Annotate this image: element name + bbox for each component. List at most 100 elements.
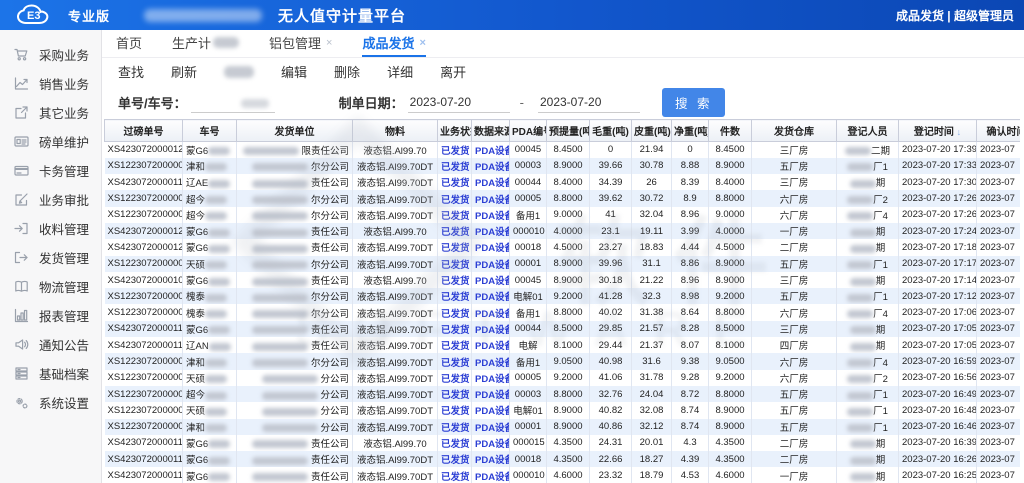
cell-confirm-time: 2023-07 [977, 402, 1021, 418]
sidebar-item-其它业务[interactable]: 其它业务 [0, 98, 101, 127]
redacted-text [847, 294, 873, 302]
sidebar-item-收料管理[interactable]: 收料管理 [0, 214, 101, 243]
sidebar-item-系统设置[interactable]: 系统设置 [0, 388, 101, 417]
cell-bill-no: XS12230720000079 [105, 402, 183, 418]
sidebar-item-label: 系统设置 [39, 393, 89, 412]
table-row[interactable]: XS4230720000117蒙G6 责任公司液态铝.Al99.70DT已发货P… [105, 451, 1021, 467]
cell-net: 8.72 [672, 386, 709, 402]
cell-material: 液态铝.Al99.70DT [353, 419, 438, 435]
table-row[interactable]: XS4230720000113蒙G6 责任公司液态铝.Al99.70DT已发货P… [105, 321, 1021, 337]
sidebar-item-基础档案[interactable]: 基础档案 [0, 359, 101, 388]
tab-label: 生产计 [172, 33, 211, 52]
cell-net: 8.74 [672, 419, 709, 435]
tab-首页[interactable]: 首页 [116, 30, 142, 57]
table-row[interactable]: XS12230720000082槐泰 尔分公司液态铝.Al99.70DT已发货P… [105, 304, 1021, 320]
table-row[interactable]: XS4230720000115蒙G6 责任公司液态铝.Al99.70已发货PDA… [105, 435, 1021, 451]
cell-bill-no: XS12230720000080 [105, 256, 183, 272]
cell-tare: 19.11 [632, 223, 672, 239]
close-icon[interactable]: × [420, 37, 426, 49]
cell-pieces: 8.4500 [709, 142, 752, 158]
toolbar-button-刷新[interactable]: 刷新 [171, 62, 197, 81]
column-header-登记人员[interactable]: 登记人员 [837, 120, 899, 142]
toolbar-button-离开[interactable]: 离开 [440, 62, 466, 81]
redacted-text [262, 424, 318, 432]
column-header-发货单位[interactable]: 发货单位 [237, 120, 353, 142]
cell-source: PDA设备 [472, 419, 510, 435]
redacted-text [208, 457, 230, 465]
column-header-PDA编号[interactable]: PDA编号 [510, 120, 547, 142]
column-header-数据来源[interactable]: 数据来源 [472, 120, 510, 142]
table-row[interactable]: XS4230720000120蒙G6 限责任公司液态铝.Al99.70已发货PD… [105, 142, 1021, 158]
column-header-发货仓库[interactable]: 发货仓库 [752, 120, 837, 142]
close-icon[interactable]: × [326, 37, 332, 49]
redacted-text [208, 147, 230, 155]
tab-铝包管理[interactable]: 铝包管理× [269, 30, 332, 57]
cell-unit: 责任公司 [237, 467, 353, 483]
user-info[interactable]: 成品发货 | 超级管理员 [896, 7, 1014, 24]
sidebar-item-通知公告[interactable]: 通知公告 [0, 330, 101, 359]
cell-material: 液态铝.Al99.70 [353, 435, 438, 451]
table-row[interactable]: XS12230720000085超今 分公司液态铝.Al99.70DT已发货PD… [105, 386, 1021, 402]
sidebar-item-磅单维护[interactable]: 磅单维护 [0, 127, 101, 156]
toolbar-button-redacted[interactable] [224, 66, 254, 78]
column-header-登记时间[interactable]: 登记时间 ↓ [899, 120, 977, 142]
sidebar-item-采购业务[interactable]: 采购业务 [0, 40, 101, 69]
sidebar-item-报表管理[interactable]: 报表管理 [0, 301, 101, 330]
cell-tare: 24.04 [632, 386, 672, 402]
column-header-净重(吨)[interactable]: 净重(吨) [672, 120, 709, 142]
cell-plate: 蒙G6 [183, 142, 237, 158]
table-row[interactable]: XS12230720000089津和 尔分公司液态铝.Al99.70DT已发货P… [105, 158, 1021, 174]
table-row[interactable]: XS12230720000084津和 分公司液态铝.Al99.70DT已发货PD… [105, 419, 1021, 435]
cell-status: 已发货 [438, 419, 472, 435]
tab-成品发货[interactable]: 成品发货× [362, 30, 425, 57]
toolbar-button-查找[interactable]: 查找 [118, 62, 144, 81]
sidebar-item-物流管理[interactable]: 物流管理 [0, 272, 101, 301]
column-header-皮重(吨)[interactable]: 皮重(吨) [632, 120, 672, 142]
cell-pda: 备用1 [510, 207, 547, 223]
top-bar: E3 专业版 无人值守计量平台 成品发货 | 超级管理员 [0, 0, 1024, 30]
column-header-车号[interactable]: 车号 [183, 120, 237, 142]
cell-net: 3.99 [672, 223, 709, 239]
sidebar-item-销售业务[interactable]: 销售业务 [0, 69, 101, 98]
table-row[interactable]: XS12230720000083天硕 分公司液态铝.Al99.70DT已发货PD… [105, 370, 1021, 386]
cell-plate: 蒙G6 [183, 321, 237, 337]
column-header-业务状态[interactable]: 业务状态 [438, 120, 472, 142]
cell-material: 液态铝.Al99.70DT [353, 256, 438, 272]
cell-pda: 00003 [510, 386, 547, 402]
column-header-物料[interactable]: 物料 [353, 120, 438, 142]
cell-plate: 蒙G6 [183, 451, 237, 467]
date-to-input[interactable] [538, 92, 640, 113]
column-header-件数[interactable]: 件数 [709, 120, 752, 142]
column-header-预提量(吨)[interactable]: 预提量(吨) [547, 120, 590, 142]
search-button[interactable]: 搜 索 [662, 88, 725, 117]
sidebar-item-发货管理[interactable]: 发货管理 [0, 243, 101, 272]
sidebar-item-业务审批[interactable]: 业务审批 [0, 185, 101, 214]
cell-pieces: 8.9000 [709, 402, 752, 418]
table-row[interactable]: XS12230720000090超今 尔分公司液态铝.Al99.70DT已发货P… [105, 207, 1021, 223]
table-row[interactable]: XS4230720000111蒙G6 责任公司液态铝.Al99.70DT已发货P… [105, 467, 1021, 483]
table-row[interactable]: XS12230720000079天硕 分公司液态铝.Al99.70DT已发货PD… [105, 402, 1021, 418]
table-row[interactable]: XS12230720000086槐泰 尔分公司液态铝.Al99.70DT已发货P… [105, 288, 1021, 304]
column-header-过磅单号[interactable]: 过磅单号 [105, 120, 183, 142]
sidebar-item-卡务管理[interactable]: 卡务管理 [0, 156, 101, 185]
table-row[interactable]: XS12230720000080天硕 尔分公司液态铝.Al99.70DT已发货P… [105, 256, 1021, 272]
tab-生产计[interactable]: 生产计 [172, 30, 239, 57]
cell-status: 已发货 [438, 142, 472, 158]
column-header-毛重(吨)[interactable]: 毛重(吨) [590, 120, 632, 142]
toolbar-button-详细[interactable]: 详细 [387, 62, 413, 81]
table-row[interactable]: XS12230720000087津和 尔分公司液态铝.Al99.70DT已发货P… [105, 353, 1021, 369]
toolbar-button-删除[interactable]: 删除 [334, 62, 360, 81]
cell-confirm-time: 2023-07 [977, 142, 1021, 158]
date-from-input[interactable] [408, 92, 510, 113]
table-row[interactable]: XS4230720000119辽AN 责任公司液态铝.Al99.70DT已发货P… [105, 337, 1021, 353]
column-header-确认时间[interactable]: 确认时间 [977, 120, 1021, 142]
toolbar-button-编辑[interactable]: 编辑 [281, 62, 307, 81]
table-row[interactable]: XS4230720000109蒙G6 责任公司液态铝.Al99.70已发货PDA… [105, 272, 1021, 288]
table-row[interactable]: XS4230720000123蒙G6 责任公司液态铝.Al99.70DT已发货P… [105, 239, 1021, 255]
cell-pre-qty: 8.4500 [547, 142, 590, 158]
table-row[interactable]: XS12230720000088超今 尔分公司液态铝.Al99.70DT已发货P… [105, 190, 1021, 206]
table-row[interactable]: XS4230720000124蒙G6 责任公司液态铝.Al99.70已发货PDA… [105, 223, 1021, 239]
redacted-text [252, 473, 308, 481]
table-row[interactable]: XS4230720000116辽AE 责任公司液态铝.Al99.70DT已发货P… [105, 174, 1021, 190]
cell-net: 4.39 [672, 451, 709, 467]
